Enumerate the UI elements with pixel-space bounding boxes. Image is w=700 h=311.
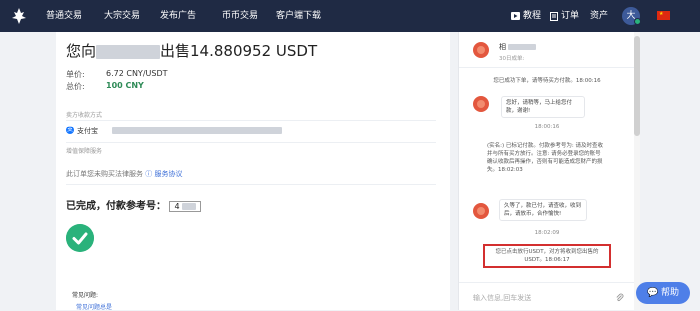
guarantee-text: 此订单您未购买法律服务 ⓘ 服务协议 xyxy=(66,169,182,179)
chat-bubble-icon: 💬 xyxy=(646,288,659,298)
total-value: 100 CNY xyxy=(106,81,144,90)
divider xyxy=(66,184,436,185)
checkmark-icon xyxy=(66,224,94,252)
attachment-icon[interactable] xyxy=(615,293,624,302)
payment-method: 支付宝 xyxy=(77,127,98,135)
nav-item-spot[interactable]: 普通交易 xyxy=(46,0,82,32)
system-message: (实名:) 已标记付款。付款参考号为: 请及时查收并与所有买方放行。注意: 请务… xyxy=(483,140,607,176)
seller-payment-section-title: 卖方收款方式 xyxy=(66,112,103,119)
assets-link[interactable]: 资产 xyxy=(590,0,608,32)
reference-number: 4 xyxy=(169,200,201,212)
nav-item-download[interactable]: 客户端下载 xyxy=(276,0,321,32)
redacted-account xyxy=(112,127,282,134)
chat-message: 您好，请稍等，马上给您付款，谢谢! xyxy=(501,96,585,118)
flag-cn-icon[interactable]: ★ xyxy=(657,11,670,20)
logo-icon[interactable] xyxy=(10,7,28,25)
divider xyxy=(66,142,436,143)
nav-item-coin[interactable]: 币币交易 xyxy=(222,0,258,32)
unit-price-label: 单价: xyxy=(66,70,85,79)
info-icon: ⓘ xyxy=(145,170,153,178)
unit-price-value: 6.72 CNY/USDT xyxy=(106,69,168,78)
faq-label: 常见问题: xyxy=(72,292,99,299)
tutorial-link[interactable]: 教程 xyxy=(511,0,541,32)
online-status-dot xyxy=(634,18,641,25)
page-title: 您向 出售14.880952 USDT xyxy=(66,40,317,61)
help-button[interactable]: 💬 帮助 xyxy=(636,282,690,304)
completed-status: 已完成，付款参考号： 4 xyxy=(66,197,201,212)
message-timestamp: 18:00:16 xyxy=(534,124,560,130)
system-message: 您已成功下单，请等待买方付款。18:00:16 xyxy=(493,78,601,84)
counterparty-avatar xyxy=(473,96,489,112)
chat-message: 久等了，款已付，请查收，收到后，请放币，合作愉快! xyxy=(499,199,587,221)
counterparty-avatar xyxy=(473,203,489,219)
completed-label: 已完成，付款参考号： xyxy=(66,201,166,212)
alipay-icon: 支 xyxy=(66,126,74,134)
reference-number-value: 4 xyxy=(174,201,180,211)
top-navbar: 普通交易 大宗交易 发布广告 币币交易 客户端下载 教程 订单 资产 大 ★ xyxy=(0,0,700,32)
orders-link[interactable]: 订单 xyxy=(550,0,579,32)
guarantee-section-title: 增值保障服务 xyxy=(66,148,103,155)
redacted-username xyxy=(96,44,161,59)
orders-label: 订单 xyxy=(561,11,580,21)
service-agreement-link[interactable]: 服务协议 xyxy=(154,170,182,178)
chat-input-field[interactable]: 输入信息,回车发送 xyxy=(473,293,531,303)
title-prefix: 您向 xyxy=(66,42,97,60)
chat-input-area[interactable]: 输入信息,回车发送 xyxy=(459,282,635,310)
title-suffix: 出售14.880952 USDT xyxy=(160,42,318,60)
counterparty-name: 相 xyxy=(499,42,536,52)
counterparty-name-value: 相 xyxy=(499,43,506,51)
chat-header: 相 30日成单: xyxy=(459,32,635,68)
total-label: 总价: xyxy=(66,82,85,91)
nav-item-post-ad[interactable]: 发布广告 xyxy=(160,0,196,32)
highlighted-system-message: 您已点击放行USDT，对方将收到您出售的USDT。18:06:17 xyxy=(483,244,611,268)
counterparty-stats: 30日成单: xyxy=(499,56,525,62)
nav-item-block[interactable]: 大宗交易 xyxy=(104,0,140,32)
chat-panel: 相 30日成单: 您已成功下单，请等待买方付款。18:00:16 您好，请稍等，… xyxy=(458,32,635,310)
help-label: 帮助 xyxy=(661,288,680,298)
redacted-ref xyxy=(181,202,196,210)
document-icon xyxy=(550,11,558,21)
guarantee-text-value: 此订单您未购买法律服务 xyxy=(66,170,143,178)
chat-scrollbar-thumb[interactable] xyxy=(634,36,640,136)
tutorial-label: 教程 xyxy=(523,11,542,21)
redacted-name xyxy=(508,44,536,50)
play-icon xyxy=(511,12,520,20)
divider xyxy=(66,120,436,121)
order-panel: 您向 出售14.880952 USDT 单价: 6.72 CNY/USDT 总价:… xyxy=(56,32,450,311)
message-timestamp: 18:02:09 xyxy=(534,230,560,236)
counterparty-avatar xyxy=(473,42,489,58)
